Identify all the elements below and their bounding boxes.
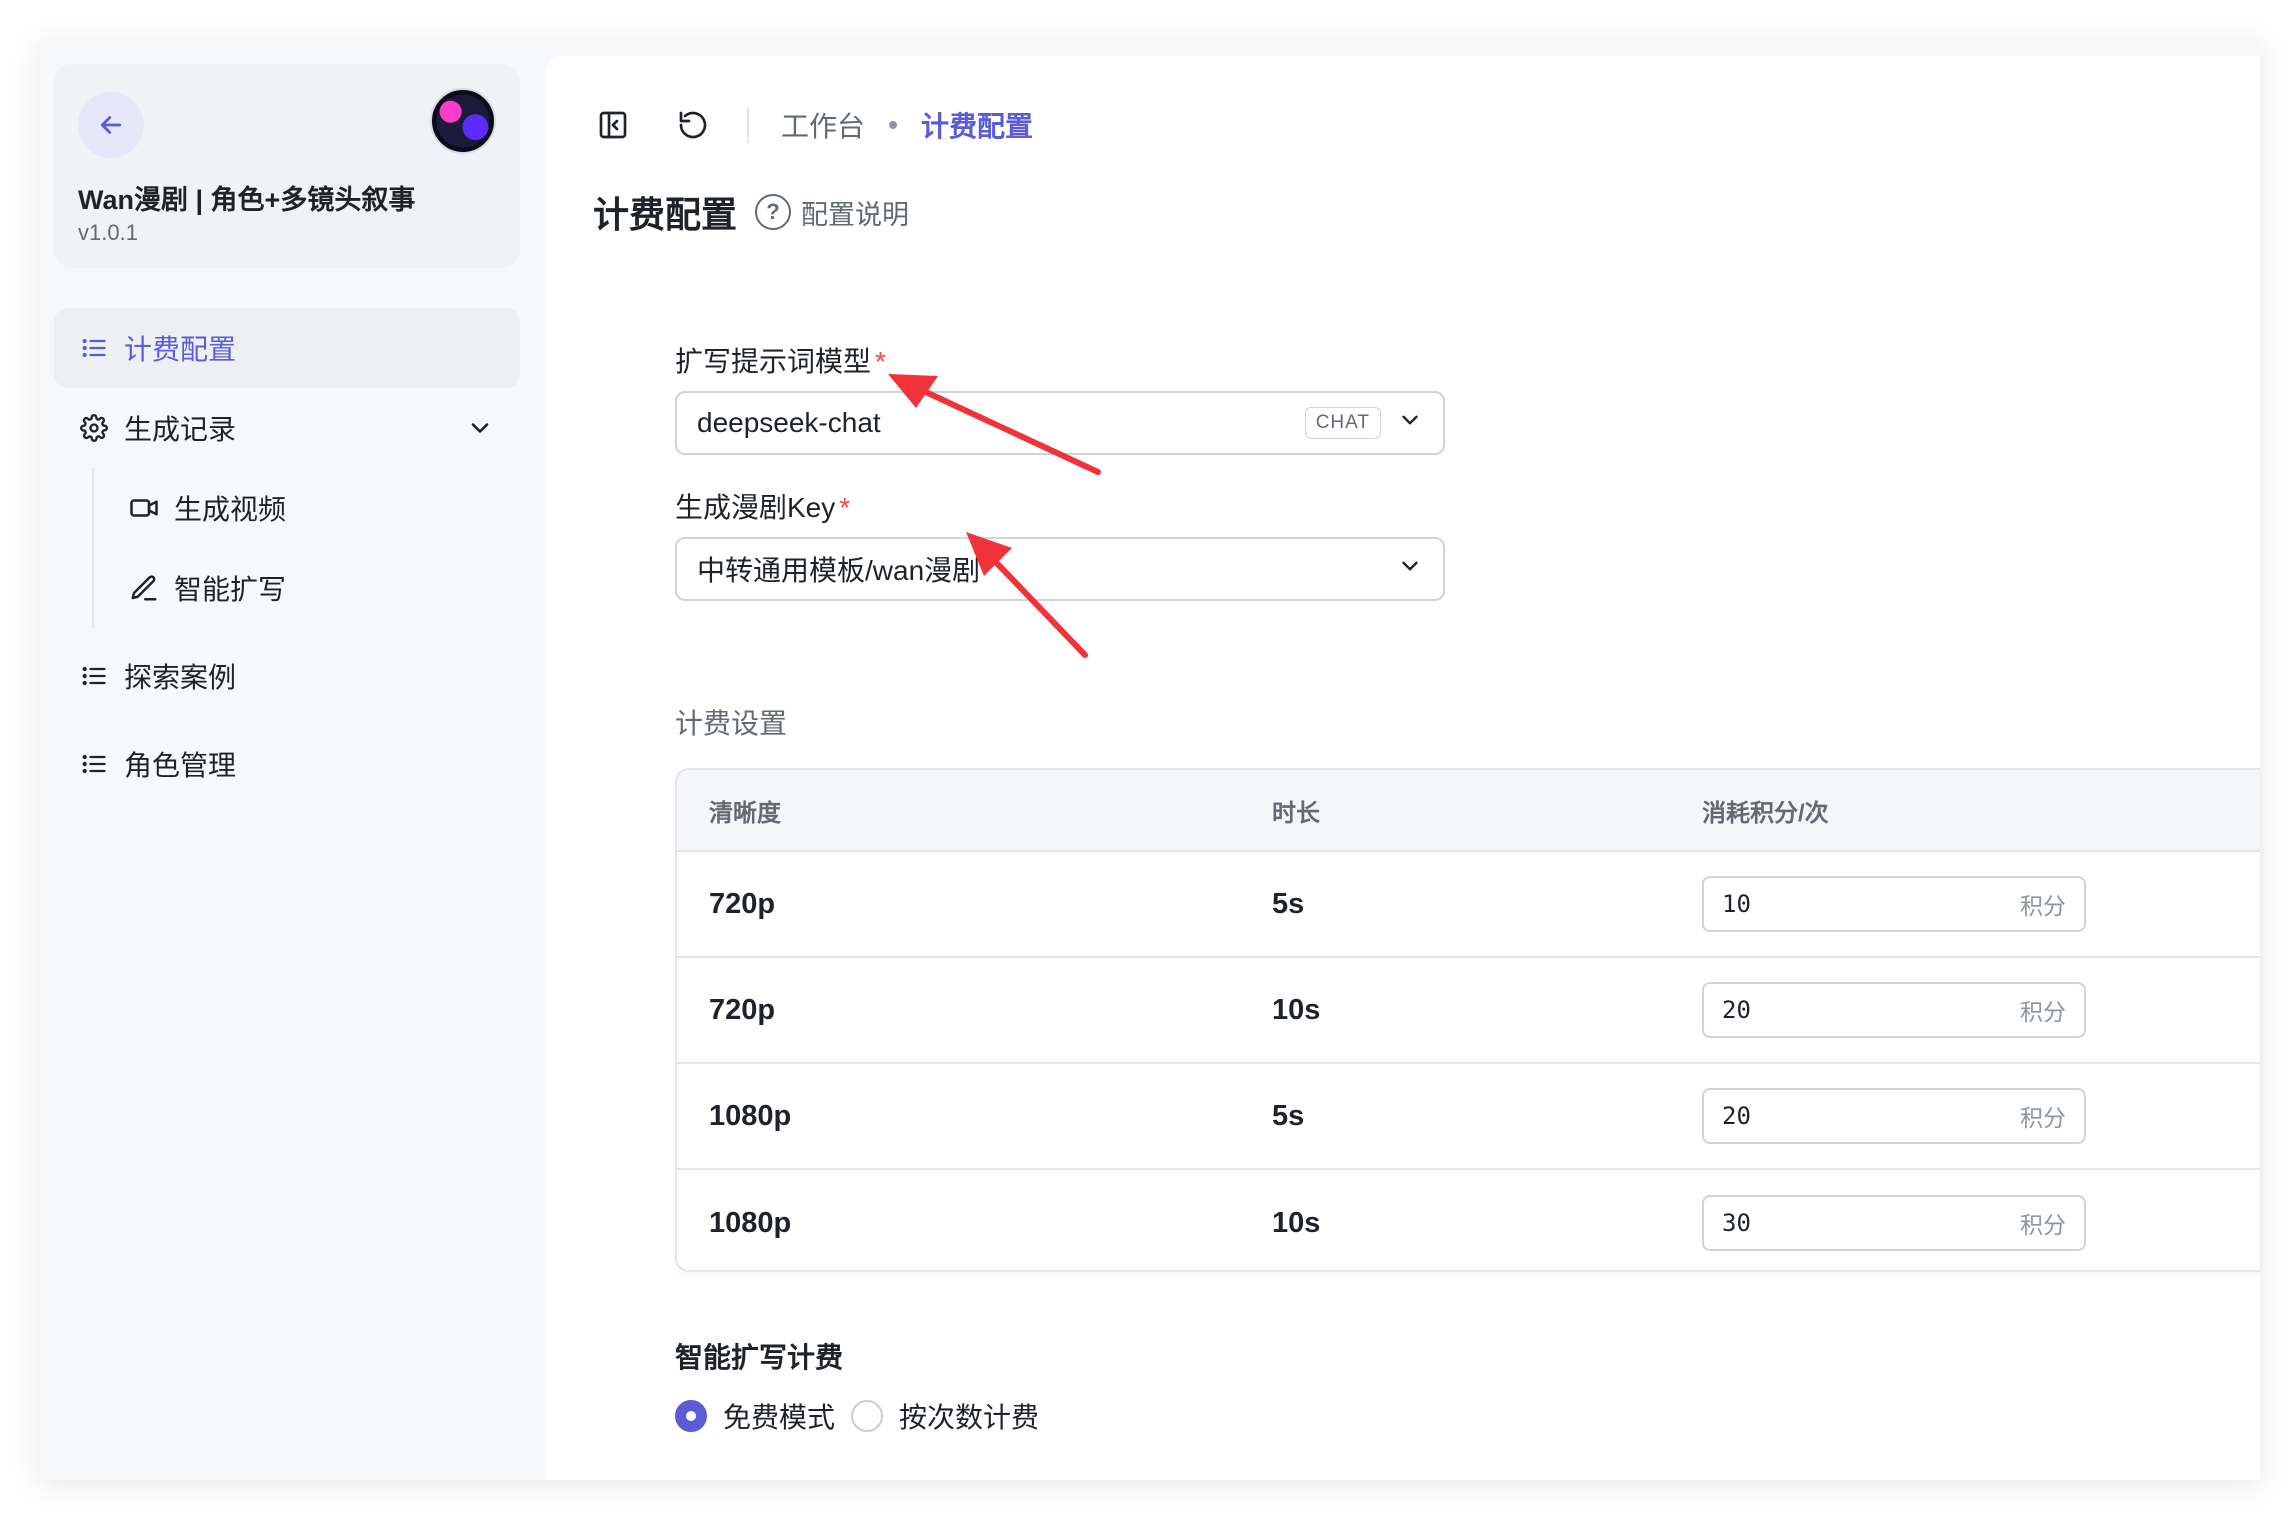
app-info-card: Wan漫剧 | 角色+多镜头叙事 v1.0.1 <box>54 64 520 268</box>
page-header: 计费配置 ? 配置说明 <box>593 186 909 238</box>
config-help-link[interactable]: ? 配置说明 <box>755 193 909 232</box>
top-bar: 工作台 计费配置 <box>593 100 1033 150</box>
table-row: 720p 5s 10 积分 <box>677 852 2260 958</box>
required-mark: * <box>875 346 886 377</box>
radio-indicator <box>675 1400 707 1432</box>
cell-resolution: 720p <box>709 887 776 920</box>
points-unit: 积分 <box>2020 999 2066 1025</box>
cell-points: 10 积分 <box>1672 876 2260 932</box>
required-mark: * <box>839 492 851 523</box>
arrow-left-icon <box>100 116 122 134</box>
points-value: 30 <box>1722 1209 1751 1237</box>
radio-indicator <box>851 1400 884 1432</box>
points-unit: 积分 <box>2020 893 2066 919</box>
key-select[interactable]: 中转通用模板/wan漫剧 <box>675 537 1445 601</box>
breadcrumb-separator <box>889 121 898 129</box>
sidebar-item-explore-cases[interactable]: 探索案例 <box>54 636 520 716</box>
sidebar-item-label: 生成记录 <box>124 414 237 445</box>
sidebar-item-generate-video[interactable]: 生成视频 <box>94 468 520 548</box>
model-type-tag: CHAT <box>1304 407 1381 439</box>
list-icon <box>78 748 110 780</box>
list-icon <box>78 660 110 692</box>
page-title: 计费配置 <box>593 194 738 235</box>
points-input[interactable]: 20 积分 <box>1702 982 2086 1038</box>
expand-billing-title: 智能扩写计费 <box>675 1342 844 1373</box>
cell-duration: 5s <box>1272 1099 1305 1132</box>
table-row: 1080p 5s 20 积分 <box>677 1064 2260 1170</box>
radio-per-use-billing[interactable]: 按次数计费 <box>851 1396 1039 1436</box>
app-version: v1.0.1 <box>78 220 138 245</box>
cell-resolution: 1080p <box>709 1099 792 1132</box>
sidebar-item-generation-records[interactable]: 生成记录 <box>54 388 520 468</box>
key-select-value: 中转通用模板/wan漫剧 <box>697 555 981 586</box>
table-header: 清晰度 时长 消耗积分/次 <box>677 770 2260 852</box>
help-label: 配置说明 <box>801 199 910 230</box>
sidebar-toggle-icon[interactable] <box>593 105 633 145</box>
key-label-text: 生成漫剧Key <box>675 492 836 523</box>
points-input[interactable]: 30 积分 <box>1702 1195 2086 1251</box>
pencil-icon <box>128 572 160 604</box>
table-row: 1080p 10s 30 积分 <box>677 1170 2260 1270</box>
breadcrumb: 工作台 计费配置 <box>781 105 1033 145</box>
column-header-duration: 时长 <box>1272 799 1320 827</box>
radio-label: 免费模式 <box>723 1402 836 1433</box>
sidebar-item-label: 角色管理 <box>124 750 237 781</box>
model-select-value: deepseek-chat <box>697 407 881 438</box>
cell-points: 30 积分 <box>1672 1195 2260 1251</box>
sidebar-item-billing-config[interactable]: 计费配置 <box>54 308 520 388</box>
cell-duration: 5s <box>1272 887 1305 920</box>
chevron-down-icon[interactable] <box>466 414 494 449</box>
model-select[interactable]: deepseek-chat CHAT <box>675 391 1445 455</box>
points-value: 20 <box>1722 1102 1751 1130</box>
video-camera-icon <box>128 492 160 524</box>
model-label-text: 扩写提示词模型 <box>675 346 872 377</box>
sidebar-item-role-management[interactable]: 角色管理 <box>54 724 520 804</box>
sidebar-nav: 计费配置 生成记录 生成视频 智能扩写 探索案例 角色管理 <box>54 308 520 804</box>
cell-points: 20 积分 <box>1672 982 2260 1038</box>
sidebar-item-smart-expand[interactable]: 智能扩写 <box>94 548 520 628</box>
points-value: 10 <box>1722 890 1751 918</box>
cell-duration: 10s <box>1272 993 1321 1026</box>
sidebar-submenu: 生成视频 智能扩写 <box>92 468 520 628</box>
list-icon <box>78 332 110 364</box>
cell-resolution: 720p <box>709 993 776 1026</box>
breadcrumb-home[interactable]: 工作台 <box>781 105 865 145</box>
refresh-icon[interactable] <box>673 105 713 145</box>
points-value: 20 <box>1722 996 1751 1024</box>
model-field-label: 扩写提示词模型 * <box>675 340 886 380</box>
expand-billing-radio-group: 免费模式 按次数计费 <box>675 1396 1055 1436</box>
sidebar-item-label: 生成视频 <box>174 494 287 525</box>
column-header-points: 消耗积分/次 <box>1702 799 1829 827</box>
chevron-down-icon <box>1397 553 1423 586</box>
sidebar-item-label: 计费配置 <box>124 334 237 365</box>
cell-resolution: 1080p <box>709 1206 792 1239</box>
cell-points: 20 积分 <box>1672 1088 2260 1144</box>
radio-free-mode[interactable]: 免费模式 <box>675 1396 835 1436</box>
sidebar: Wan漫剧 | 角色+多镜头叙事 v1.0.1 计费配置 生成记录 生成视频 智… <box>40 40 545 1480</box>
billing-table: 清晰度 时长 消耗积分/次 720p 5s 10 积分 720p 10s 20 … <box>675 768 2260 1272</box>
app-title: Wan漫剧 | 角色+多镜头叙事 <box>78 185 416 215</box>
sidebar-item-label: 探索案例 <box>124 662 237 693</box>
points-input[interactable]: 10 积分 <box>1702 876 2086 932</box>
chevron-down-icon <box>1397 407 1423 440</box>
app-avatar <box>430 88 496 154</box>
gear-icon <box>78 412 110 444</box>
points-unit: 积分 <box>2020 1212 2066 1238</box>
column-header-resolution: 清晰度 <box>709 799 781 827</box>
table-row: 720p 10s 20 积分 <box>677 958 2260 1064</box>
cell-duration: 10s <box>1272 1206 1321 1239</box>
sidebar-item-label: 智能扩写 <box>174 574 287 605</box>
billing-section-title: 计费设置 <box>675 708 788 739</box>
main-content: 工作台 计费配置 计费配置 ? 配置说明 扩写提示词模型 * deepseek-c… <box>545 56 2260 1480</box>
points-unit: 积分 <box>2020 1105 2066 1131</box>
toolbar-divider <box>747 107 749 143</box>
back-button[interactable] <box>78 92 144 158</box>
points-input[interactable]: 20 积分 <box>1702 1088 2086 1144</box>
radio-label: 按次数计费 <box>899 1402 1040 1433</box>
app-window: Wan漫剧 | 角色+多镜头叙事 v1.0.1 计费配置 生成记录 生成视频 智… <box>40 40 2260 1480</box>
key-field-label: 生成漫剧Key * <box>675 486 850 526</box>
question-circle-icon: ? <box>755 194 792 230</box>
breadcrumb-current: 计费配置 <box>921 111 1034 142</box>
